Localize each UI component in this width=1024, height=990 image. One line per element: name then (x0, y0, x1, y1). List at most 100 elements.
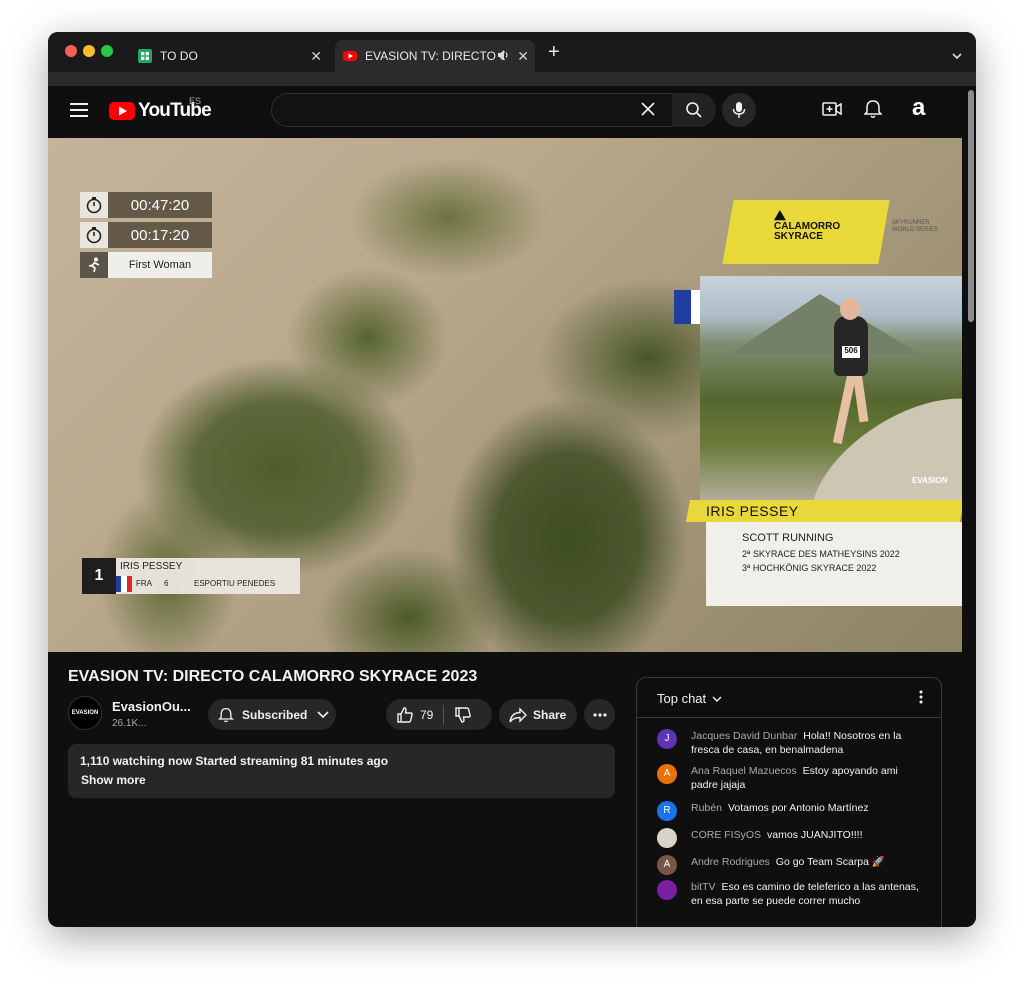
chat-avatar[interactable]: R (657, 801, 677, 821)
position-club: ESPORTIU PENEDES (194, 579, 276, 588)
description-stats: 1,110 watching now Started streaming 81 … (80, 754, 389, 768)
create-video-icon[interactable] (822, 99, 842, 124)
chat-author[interactable]: Jacques David Dunbar (691, 730, 797, 742)
position-lower-third: 1 IRIS PESSEY FRA 6 ESPORTIU PENEDES (82, 558, 300, 594)
runner-result: 2ª SKYRACE DES MATHEYSINS 2022 (742, 549, 900, 559)
tab-todo[interactable]: TO DO ✕ (128, 40, 328, 72)
chat-avatar[interactable]: J (657, 729, 677, 749)
runner-name-banner: IRIS PESSEY (686, 500, 962, 522)
runner-team: SCOTT RUNNING (742, 532, 834, 544)
search-box[interactable] (271, 93, 716, 127)
chat-author[interactable]: CORE FISyOS (691, 829, 761, 841)
bell-icon (218, 707, 234, 722)
close-window-button[interactable] (65, 45, 77, 57)
runner-photo: 506 EVASION (700, 276, 962, 500)
close-tab-icon[interactable]: ✕ (310, 48, 322, 65)
stopwatch-icon (80, 192, 108, 218)
subscribed-button[interactable]: Subscribed (208, 699, 336, 730)
chat-author[interactable]: Andre Rodrigues (691, 856, 770, 868)
brand-line-2: SKYRACE (774, 231, 823, 242)
runner-name: IRIS PESSEY (706, 503, 799, 519)
zoom-window-button[interactable] (101, 45, 113, 57)
tab-bar: TO DO ✕ EVASION TV: DIRECTO CAL ✕ + (48, 32, 976, 72)
timer-value: 00:17:20 (130, 226, 190, 244)
chat-message: bitTV Eso es camino de teleferico a las a… (657, 880, 927, 908)
speaker-icon[interactable] (497, 49, 509, 64)
position-bib: 6 (164, 579, 169, 588)
race-bib: 506 (842, 346, 860, 358)
runner-info-card: SCOTT RUNNING 2ª SKYRACE DES MATHEYSINS … (706, 522, 962, 606)
account-avatar[interactable]: a (912, 94, 925, 122)
chat-more-icon[interactable] (919, 690, 923, 709)
subscriber-count: 26.1K... (112, 718, 147, 729)
chevron-down-icon (712, 696, 722, 702)
tab-title: TO DO (160, 49, 198, 63)
youtube-header: YouTube ES a (48, 86, 966, 136)
chat-author[interactable]: Rubén (691, 802, 722, 814)
close-tab-icon[interactable]: ✕ (517, 48, 529, 65)
thumbs-down-icon (455, 706, 472, 723)
position-name: IRIS PESSEY (120, 561, 183, 572)
share-label: Share (533, 707, 567, 722)
minimize-window-button[interactable] (83, 45, 95, 57)
show-more-link[interactable]: Show more (80, 773, 603, 787)
chat-text: Eso es camino de teleferico a las antena… (691, 881, 919, 907)
chevron-down-icon (317, 710, 329, 718)
region-code: ES (189, 96, 202, 106)
tab-list-chevron-icon[interactable] (952, 46, 962, 64)
stopwatch-icon (80, 222, 108, 248)
search-icon (686, 102, 702, 118)
voice-search-button[interactable] (722, 93, 756, 127)
chat-author[interactable]: bitTV (691, 881, 716, 893)
chat-avatar[interactable] (657, 828, 677, 848)
runner-icon (80, 252, 108, 278)
chat-avatar[interactable]: A (657, 855, 677, 875)
chat-message: CORE FISyOS vamos JUANJITO!!!! (657, 828, 927, 848)
clear-search-icon[interactable] (640, 101, 656, 122)
microphone-icon (732, 102, 746, 118)
tab-evasion-tv[interactable]: EVASION TV: DIRECTO CAL ✕ (335, 40, 535, 72)
more-horizontal-icon (592, 712, 607, 717)
timer-value: 00:47:20 (130, 196, 190, 214)
tab-title: EVASION TV: DIRECTO CAL (365, 49, 505, 63)
page-scrollbar[interactable] (966, 86, 976, 927)
channel-name[interactable]: EvasionOu... (112, 699, 191, 714)
scrollbar-thumb[interactable] (968, 90, 974, 322)
live-chat: Top chat J Jacques David Dunbar Hola!! No… (636, 677, 942, 927)
share-arrow-icon (509, 706, 527, 723)
chat-text: vamos JUANJITO!!!! (767, 829, 863, 841)
chat-mode-dropdown[interactable]: Top chat (657, 691, 722, 706)
spreadsheet-icon (138, 49, 152, 63)
more-actions-button[interactable] (584, 699, 615, 730)
runner-result: 3ª HOCHKÖNIG SKYRACE 2022 (742, 563, 877, 573)
dislike-button[interactable] (454, 706, 472, 724)
chat-message: J Jacques David Dunbar Hola!! Nosotros en… (657, 729, 927, 757)
channel-avatar[interactable]: EVASION (68, 696, 102, 730)
chat-avatar[interactable] (657, 880, 677, 900)
position-rank: 1 (82, 558, 116, 594)
video-player[interactable]: 00:47:20 00:17:20 First Woman ⛰ CALAMORR… (48, 138, 962, 652)
chat-message: A Andre Rodrigues Go go Team Scarpa 🚀 (657, 855, 927, 875)
chat-author[interactable]: Ana Raquel Mazuecos (691, 765, 797, 777)
chat-message: R Rubén Votamos por Antonio Martínez (657, 801, 927, 821)
notifications-bell-icon[interactable] (863, 99, 883, 124)
france-flag-icon (116, 576, 132, 592)
skyrunner-logo: SKYRUNNER WORLD SERIES (892, 220, 939, 233)
chat-text: Go go Team Scarpa 🚀 (775, 856, 885, 868)
toolbar-strip (48, 72, 976, 86)
new-tab-button[interactable]: + (548, 42, 560, 62)
like-count: 79 (420, 707, 434, 722)
description-box[interactable]: 1,110 watching now Started streaming 81 … (68, 744, 615, 798)
chat-avatar[interactable]: A (657, 764, 677, 784)
like-button[interactable]: 79 (396, 706, 433, 724)
chat-message: A Ana Raquel Mazuecos Estoy apoyando ami … (657, 764, 927, 792)
chat-title: Top chat (657, 691, 707, 706)
chat-text: Votamos por Antonio Martínez (727, 802, 869, 814)
search-button[interactable] (672, 93, 716, 127)
share-button[interactable]: Share (499, 699, 577, 730)
menu-icon[interactable] (70, 103, 88, 121)
category-label: First Woman (80, 252, 212, 278)
leader-timer: 00:17:20 (80, 222, 212, 248)
thumbs-up-icon (397, 706, 413, 723)
subscribed-label: Subscribed (242, 707, 308, 722)
